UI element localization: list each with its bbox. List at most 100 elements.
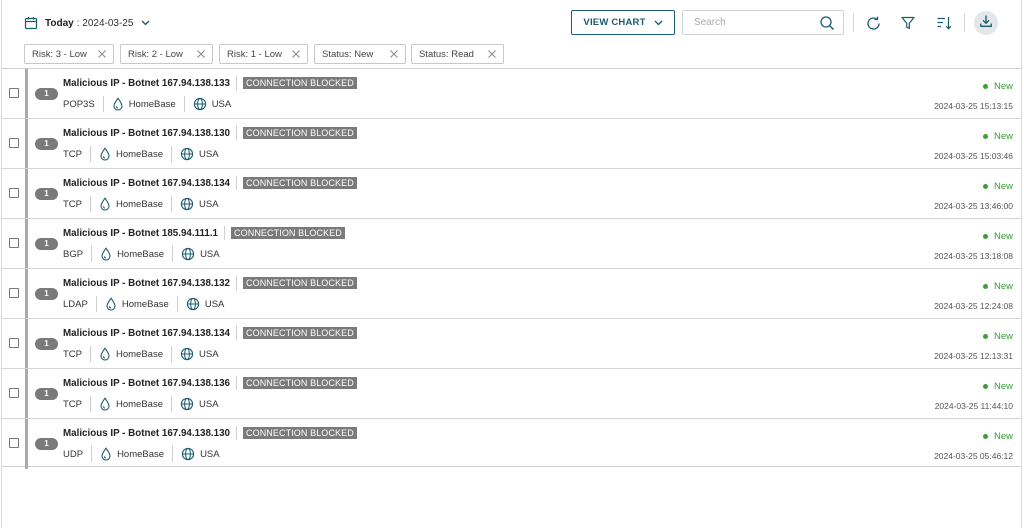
alert-meta: TCP HomeBase USA	[63, 146, 219, 162]
row-select-cell	[2, 319, 25, 368]
action-tag: CONNECTION BLOCKED	[243, 127, 357, 139]
close-icon[interactable]	[291, 49, 301, 62]
alert-row[interactable]: 1 Malicious IP - Botnet 167.94.138.132 C…	[2, 269, 1021, 319]
divider	[183, 96, 185, 112]
calendar-icon	[24, 16, 38, 30]
location-label: HomeBase	[116, 398, 163, 410]
protocol-label: POP3S	[63, 98, 95, 110]
alert-title: Malicious IP - Botnet 167.94.138.130	[63, 127, 230, 139]
status-dot	[982, 184, 988, 189]
alert-title: Malicious IP - Botnet 167.94.138.133	[63, 77, 230, 89]
status-dot	[982, 384, 988, 389]
alert-header: Malicious IP - Botnet 167.94.138.134 CON…	[63, 176, 357, 190]
alert-meta: UDP HomeBase USA	[63, 446, 220, 462]
country-label: USA	[200, 248, 220, 260]
chevron-down-icon	[141, 20, 150, 26]
divider	[95, 296, 97, 312]
sort-icon[interactable]	[934, 13, 954, 33]
count-badge: 1	[35, 138, 58, 150]
globe-icon	[181, 447, 195, 461]
alert-timestamp: 2024-03-25 15:03:46	[934, 151, 1013, 161]
status-label: New	[993, 131, 1013, 142]
alert-row[interactable]: 1 Malicious IP - Botnet 167.94.138.133 C…	[2, 69, 1021, 119]
close-icon[interactable]	[196, 49, 206, 62]
status-badge: New	[982, 181, 1013, 192]
status-badge: New	[982, 281, 1013, 292]
close-icon[interactable]	[97, 49, 107, 62]
severity-bar	[25, 319, 28, 368]
globe-icon	[186, 297, 199, 311]
drop-icon	[100, 197, 110, 211]
divider	[176, 296, 178, 312]
status-dot	[982, 134, 988, 139]
row-select-cell	[2, 219, 25, 268]
action-tag: CONNECTION BLOCKED	[231, 227, 345, 239]
country-label: USA	[211, 98, 232, 110]
alert-row[interactable]: 1 Malicious IP - Botnet 167.94.138.136 C…	[2, 369, 1021, 419]
alert-timestamp: 2024-03-25 12:13:31	[934, 351, 1013, 361]
row-checkbox[interactable]	[9, 338, 19, 348]
globe-icon	[193, 97, 206, 111]
alert-row[interactable]: 1 Malicious IP - Botnet 167.94.138.130 C…	[2, 119, 1021, 169]
close-icon[interactable]	[487, 49, 497, 62]
alert-header: Malicious IP - Botnet 167.94.138.133 CON…	[63, 76, 357, 90]
filter-chip: Status: Read	[411, 44, 504, 64]
divider	[90, 146, 91, 162]
globe-icon	[180, 347, 194, 361]
globe-icon	[180, 147, 194, 161]
country-label: USA	[204, 298, 225, 310]
alert-row[interactable]: 1 Malicious IP - Botnet 185.94.111.1 CON…	[2, 219, 1021, 269]
severity-bar	[25, 69, 28, 118]
divider	[171, 196, 172, 212]
refresh-icon[interactable]	[863, 13, 883, 33]
alert-meta: TCP HomeBase USA	[63, 346, 219, 362]
alert-timestamp: 2024-03-25 13:18:08	[934, 251, 1013, 261]
protocol-label: TCP	[63, 348, 82, 360]
status-label: New	[993, 181, 1013, 192]
alert-timestamp: 2024-03-25 11:44:10	[934, 401, 1013, 411]
divider	[236, 326, 237, 340]
alert-meta: TCP HomeBase USA	[63, 196, 219, 212]
alert-row[interactable]: 1 Malicious IP - Botnet 167.94.138.134 C…	[2, 319, 1021, 369]
search-icon[interactable]	[819, 15, 835, 36]
row-select-cell	[2, 369, 25, 418]
download-button[interactable]	[974, 11, 998, 35]
alert-row[interactable]: 1 Malicious IP - Botnet 167.94.138.134 C…	[2, 169, 1021, 219]
alert-row[interactable]: 1 Malicious IP - Botnet 167.94.138.130 C…	[2, 419, 1021, 469]
alert-meta: TCP HomeBase USA	[63, 396, 219, 412]
divider	[236, 426, 237, 440]
close-icon[interactable]	[389, 49, 399, 62]
action-tag: CONNECTION BLOCKED	[243, 77, 357, 89]
location-label: HomeBase	[116, 198, 163, 210]
alert-meta: POP3S HomeBase USA	[63, 96, 231, 112]
location-label: HomeBase	[117, 248, 165, 260]
protocol-label: LDAP	[63, 298, 88, 310]
view-chart-button[interactable]: VIEW CHART	[571, 10, 675, 35]
count-badge: 1	[35, 238, 58, 250]
severity-bar	[25, 269, 28, 318]
divider	[91, 446, 93, 462]
date-picker[interactable]: Today : 2024-03-25	[24, 14, 150, 32]
row-checkbox[interactable]	[9, 388, 19, 398]
row-checkbox[interactable]	[9, 238, 19, 248]
funnel-icon[interactable]	[898, 13, 918, 33]
alert-title: Malicious IP - Botnet 167.94.138.132	[63, 277, 230, 289]
filter-chip-label: Status: New	[322, 48, 374, 60]
status-dot	[982, 434, 988, 439]
row-checkbox[interactable]	[9, 288, 19, 298]
status-label: New	[993, 81, 1013, 92]
filter-chip-label: Risk: 1 - Low	[227, 48, 282, 60]
alert-title: Malicious IP - Botnet 167.94.138.136	[63, 377, 230, 389]
date-range-value: : 2024-03-25	[76, 17, 134, 29]
row-checkbox[interactable]	[9, 188, 19, 198]
row-checkbox[interactable]	[9, 438, 19, 448]
status-label: New	[993, 331, 1013, 342]
divider	[171, 146, 172, 162]
row-checkbox[interactable]	[9, 88, 19, 98]
search-box	[682, 10, 844, 35]
status-dot	[982, 234, 988, 239]
status-label: New	[993, 281, 1013, 292]
alert-timestamp: 2024-03-25 05:46:12	[934, 451, 1013, 461]
search-input[interactable]	[683, 11, 817, 34]
row-checkbox[interactable]	[9, 138, 19, 148]
